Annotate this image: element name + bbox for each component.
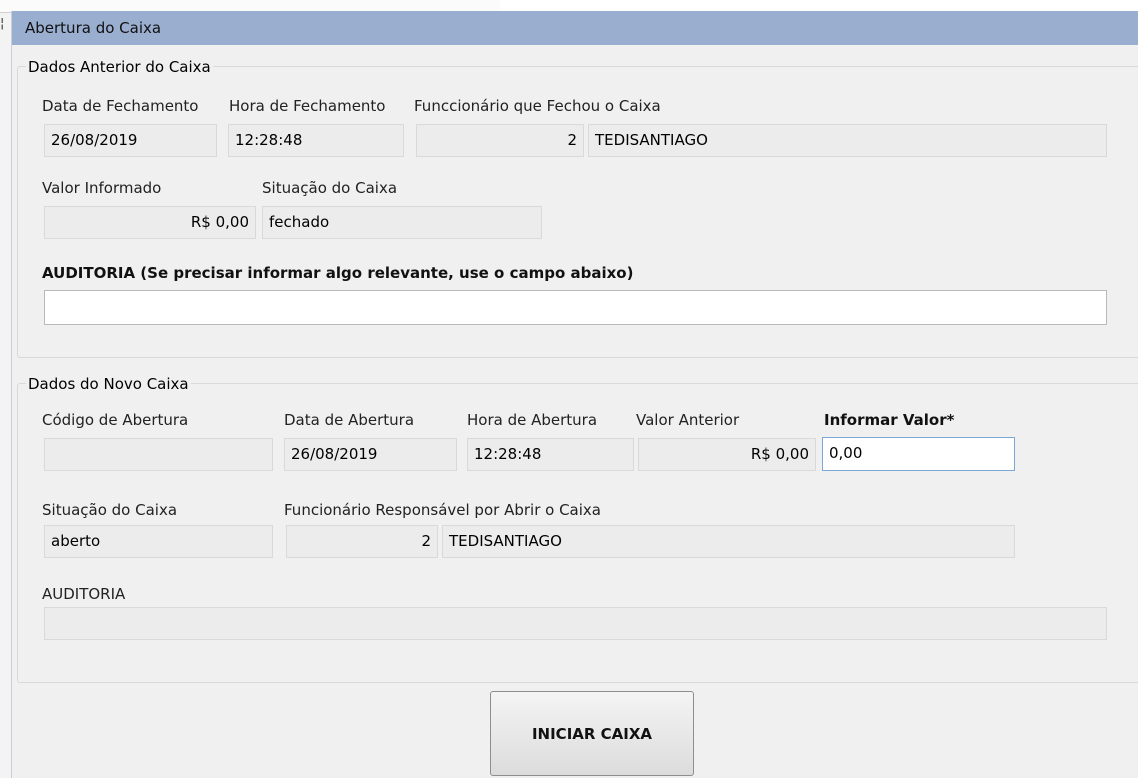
previous-value-field[interactable]: R$ 0,00 <box>638 438 816 471</box>
previous-value-label: Valor Anterior <box>636 411 740 429</box>
closed-by-name-field[interactable]: TEDISANTIAGO <box>588 124 1107 157</box>
responsible-label: Funcionário Responsável por Abrir o Caix… <box>284 501 601 519</box>
opening-date-label: Data de Abertura <box>284 411 415 429</box>
screen: ¦ Abertura do Caixa Dados Anterior do Ca… <box>0 0 1138 778</box>
previous-status-label: Situação do Caixa <box>262 179 398 197</box>
informed-value-label: Valor Informado <box>42 179 162 197</box>
previous-audit-label: AUDITORIA (Se precisar informar algo rel… <box>42 264 634 282</box>
inform-value-input[interactable]: 0,00 <box>822 437 1015 471</box>
closing-date-field[interactable]: 26/08/2019 <box>44 124 217 157</box>
caixa-opening-window: Abertura do Caixa Dados Anterior do Caix… <box>11 11 1138 778</box>
responsible-name-field[interactable]: TEDISANTIAGO <box>442 525 1015 558</box>
opening-date-field[interactable]: 26/08/2019 <box>284 438 457 471</box>
responsible-code-field[interactable]: 2 <box>286 525 438 558</box>
closed-by-label: Funccionário que Fechou o Caixa <box>414 97 661 115</box>
previous-status-field[interactable]: fechado <box>262 206 542 239</box>
background-glyph: ¦ <box>0 16 5 31</box>
inform-value-label: Informar Valor* <box>824 411 955 429</box>
previous-audit-input[interactable] <box>44 290 1107 325</box>
title-bar[interactable]: Abertura do Caixa <box>12 11 1138 45</box>
start-box-button[interactable]: INICIAR CAIXA <box>490 691 694 776</box>
opening-time-field[interactable]: 12:28:48 <box>467 438 634 471</box>
closing-date-label: Data de Fechamento <box>42 97 199 115</box>
previous-box-legend: Dados Anterior do Caixa <box>26 58 213 76</box>
opening-code-field[interactable] <box>44 438 273 471</box>
closing-time-label: Hora de Fechamento <box>229 97 386 115</box>
opening-time-label: Hora de Abertura <box>467 411 598 429</box>
closed-by-code-field[interactable]: 2 <box>416 124 584 157</box>
new-status-field[interactable]: aberto <box>44 525 273 558</box>
new-box-legend: Dados do Novo Caixa <box>26 375 191 393</box>
window-title: Abertura do Caixa <box>25 19 162 37</box>
new-status-label: Situação do Caixa <box>42 501 178 519</box>
new-audit-label: AUDITORIA <box>42 585 126 603</box>
closing-time-field[interactable]: 12:28:48 <box>228 124 404 157</box>
new-audit-field[interactable] <box>44 607 1107 640</box>
opening-code-label: Código de Abertura <box>42 411 189 429</box>
informed-value-field[interactable]: R$ 0,00 <box>44 206 256 239</box>
